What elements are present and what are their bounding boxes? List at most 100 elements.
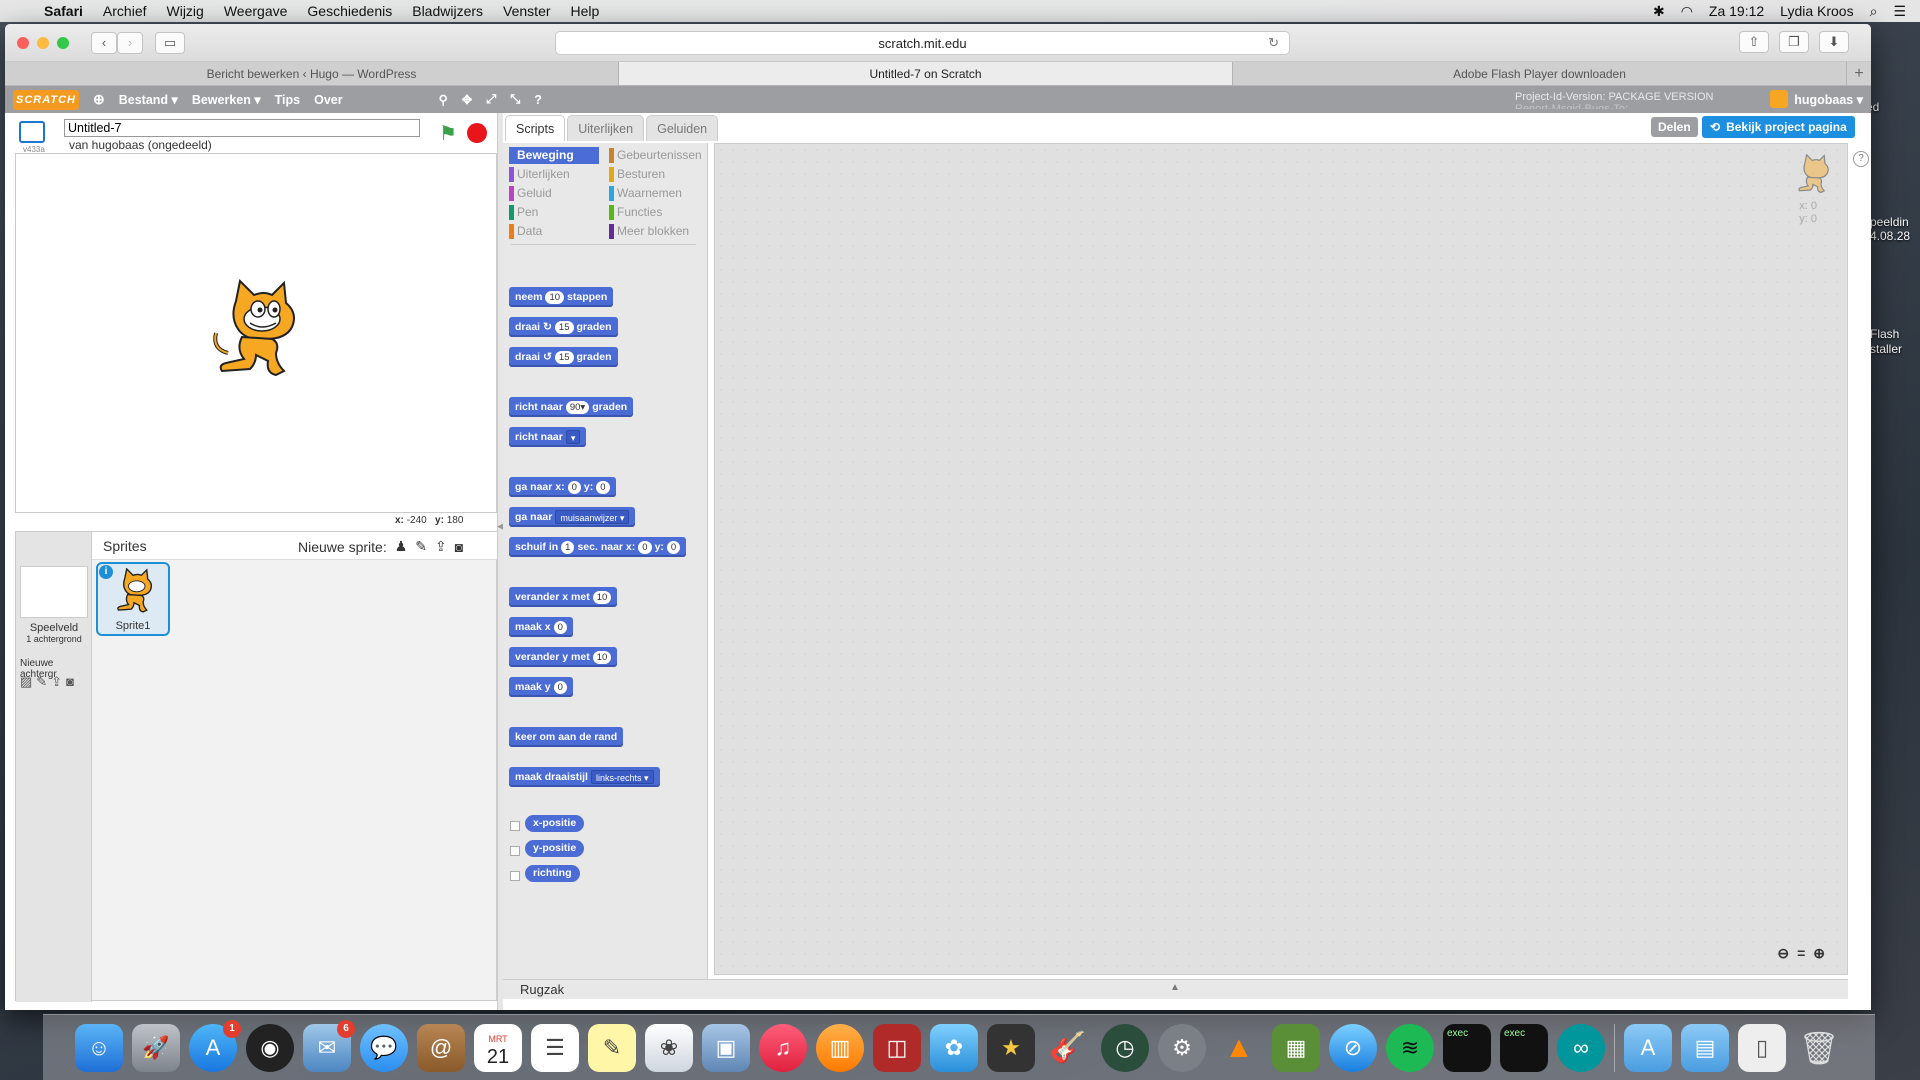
- preview-icon[interactable]: ▣: [702, 1023, 750, 1072]
- scratch-cat-sprite[interactable]: [206, 279, 306, 384]
- zoom-in-icon[interactable]: ⊕: [1813, 945, 1825, 962]
- paint-backdrop-icon[interactable]: ✎: [36, 674, 47, 690]
- spotify-icon[interactable]: ≋: [1386, 1023, 1434, 1072]
- iphoto-icon[interactable]: ✿: [930, 1023, 978, 1072]
- applications-folder-icon[interactable]: A: [1624, 1023, 1672, 1072]
- minimize-window-button[interactable]: [37, 36, 49, 49]
- block-input[interactable]: 0: [553, 620, 567, 634]
- reminders-icon[interactable]: ☰: [531, 1023, 579, 1072]
- category-control[interactable]: Besturen: [609, 166, 699, 183]
- category-sensing[interactable]: Waarnemen: [609, 185, 699, 202]
- spotlight-icon[interactable]: ⌕: [1870, 3, 1878, 20]
- language-globe-icon[interactable]: ⊕: [93, 91, 105, 108]
- share-icon[interactable]: ⇧: [1739, 31, 1769, 53]
- documents-folder-icon[interactable]: ▤: [1681, 1023, 1729, 1072]
- block-input[interactable]: 0: [666, 540, 681, 554]
- block-dropdown[interactable]: links-rechts ▾: [590, 770, 654, 784]
- bluetooth-icon[interactable]: ✱: [1653, 3, 1665, 20]
- block-input[interactable]: 0: [596, 480, 610, 494]
- block-bounce[interactable]: keer om aan de rand: [509, 727, 624, 747]
- contacts-icon[interactable]: @: [417, 1023, 465, 1072]
- address-bar[interactable]: scratch.mit.edu ↻: [555, 31, 1290, 55]
- notes-icon[interactable]: ✎: [588, 1023, 636, 1072]
- app-store-icon[interactable]: A 1: [189, 1019, 241, 1072]
- menu-geschiedenis[interactable]: Geschiedenis: [297, 3, 402, 19]
- block-input[interactable]: 0: [553, 680, 567, 694]
- close-window-button[interactable]: [17, 36, 29, 49]
- user-name[interactable]: Lydia Kroos: [1780, 3, 1853, 19]
- block-rotation-style[interactable]: maak draaistijl links-rechts ▾: [509, 767, 660, 787]
- reporter-x-position[interactable]: x-positie: [525, 815, 585, 832]
- notification-center-icon[interactable]: ☰: [1893, 3, 1906, 20]
- backdrop-library-icon[interactable]: ▨: [20, 674, 32, 690]
- grow-tool-icon[interactable]: ⤢: [486, 92, 496, 107]
- imovie-icon[interactable]: ★: [987, 1023, 1035, 1072]
- stage-thumbnail[interactable]: [20, 566, 88, 618]
- tab-sounds[interactable]: Geluiden: [646, 115, 719, 141]
- block-turn-right[interactable]: draai ↻ 15 graden: [509, 317, 618, 337]
- sprite-thumbnail[interactable]: i Sprite1: [96, 562, 170, 636]
- mail-icon[interactable]: ✉ 6: [303, 1019, 355, 1072]
- project-title-input[interactable]: [64, 119, 420, 137]
- vlc-icon[interactable]: ▲: [1215, 1024, 1263, 1072]
- block-move-steps[interactable]: neem 10 stappen: [509, 287, 614, 307]
- menu-weergave[interactable]: Weergave: [214, 3, 298, 19]
- view-project-page-button[interactable]: ⟲ Bekijk project pagina: [1702, 116, 1855, 138]
- stage-canvas[interactable]: [15, 153, 497, 513]
- minecraft-icon[interactable]: ▦: [1272, 1023, 1320, 1072]
- menu-wijzig[interactable]: Wijzig: [157, 3, 214, 19]
- desktop-label[interactable]: peeldin: [1870, 215, 1909, 229]
- clock[interactable]: Za 19:12: [1709, 3, 1764, 19]
- menu-tips[interactable]: Tips: [275, 93, 300, 107]
- menu-bewerken[interactable]: Bewerken ▾: [192, 92, 261, 107]
- backpack-bar[interactable]: Rugzak ▲: [503, 979, 1848, 999]
- checkbox-direction[interactable]: [510, 871, 520, 881]
- zoom-out-icon[interactable]: ⊖: [1777, 945, 1789, 962]
- reload-icon[interactable]: ↻: [1268, 35, 1279, 51]
- cut-tool-icon[interactable]: ✥: [462, 92, 472, 107]
- block-glide[interactable]: schuif in 1 sec. naar x: 0 y: 0: [509, 537, 687, 557]
- block-help-icon[interactable]: ?: [534, 93, 542, 107]
- safari-icon[interactable]: ⊘: [1329, 1023, 1377, 1072]
- block-set-y[interactable]: maak y 0: [509, 677, 573, 697]
- paint-sprite-icon[interactable]: ✎: [415, 538, 427, 555]
- block-point-direction[interactable]: richt naar 90▾ graden: [509, 397, 634, 417]
- category-looks[interactable]: Uiterlijken: [509, 166, 599, 183]
- finder-icon[interactable]: ☺: [75, 1023, 123, 1072]
- reporter-direction[interactable]: richting: [525, 865, 580, 882]
- category-motion[interactable]: Beweging: [509, 147, 599, 164]
- shrink-tool-icon[interactable]: ⤡: [510, 92, 520, 107]
- menu-bladwijzers[interactable]: Bladwijzers: [402, 3, 493, 19]
- time-machine-icon[interactable]: ◷: [1101, 1023, 1149, 1072]
- block-goto-xy[interactable]: ga naar x: 0 y: 0: [509, 477, 616, 497]
- tabs-overview-icon[interactable]: ❐: [1779, 31, 1809, 53]
- arduino-icon[interactable]: ∞: [1557, 1023, 1605, 1072]
- sidebar-toggle-icon[interactable]: ▭: [155, 31, 185, 54]
- desktop-label[interactable]: Flash: [1870, 327, 1899, 341]
- terminal-icon[interactable]: exec: [1500, 1023, 1548, 1072]
- photo-booth-icon[interactable]: ◫: [873, 1023, 921, 1072]
- upload-sprite-icon[interactable]: ⇪: [435, 538, 447, 555]
- block-input[interactable]: 0: [567, 480, 581, 494]
- camera-sprite-icon[interactable]: ◙: [455, 539, 463, 555]
- menu-venster[interactable]: Venster: [493, 3, 560, 19]
- block-dropdown[interactable]: muisaanwijzer ▾: [555, 510, 630, 524]
- expand-arrow-icon[interactable]: ▲: [1170, 982, 1180, 993]
- tab-flash-player[interactable]: Adobe Flash Player downloaden: [1233, 62, 1847, 85]
- system-preferences-icon[interactable]: ⚙: [1158, 1023, 1206, 1072]
- category-operators[interactable]: Functies: [609, 204, 699, 221]
- zoom-window-button[interactable]: [57, 36, 69, 49]
- reporter-y-position[interactable]: y-positie: [525, 840, 585, 857]
- share-button[interactable]: Delen: [1651, 117, 1698, 137]
- calendar-icon[interactable]: MRT 21: [474, 1023, 522, 1072]
- block-goto[interactable]: ga naar muisaanwijzer ▾: [509, 507, 636, 527]
- back-button[interactable]: ‹: [91, 31, 117, 54]
- block-change-x[interactable]: verander x met 10: [509, 587, 618, 607]
- category-sound[interactable]: Geluid: [509, 185, 599, 202]
- green-flag-icon[interactable]: ⚑: [439, 121, 457, 146]
- upload-backdrop-icon[interactable]: ⇪: [51, 674, 62, 690]
- user-menu[interactable]: hugobaas ▾: [1770, 90, 1863, 108]
- trash-icon[interactable]: 🗑: [1795, 1024, 1843, 1072]
- category-events[interactable]: Gebeurtenissen: [609, 147, 702, 164]
- checkbox-y-position[interactable]: [510, 846, 520, 856]
